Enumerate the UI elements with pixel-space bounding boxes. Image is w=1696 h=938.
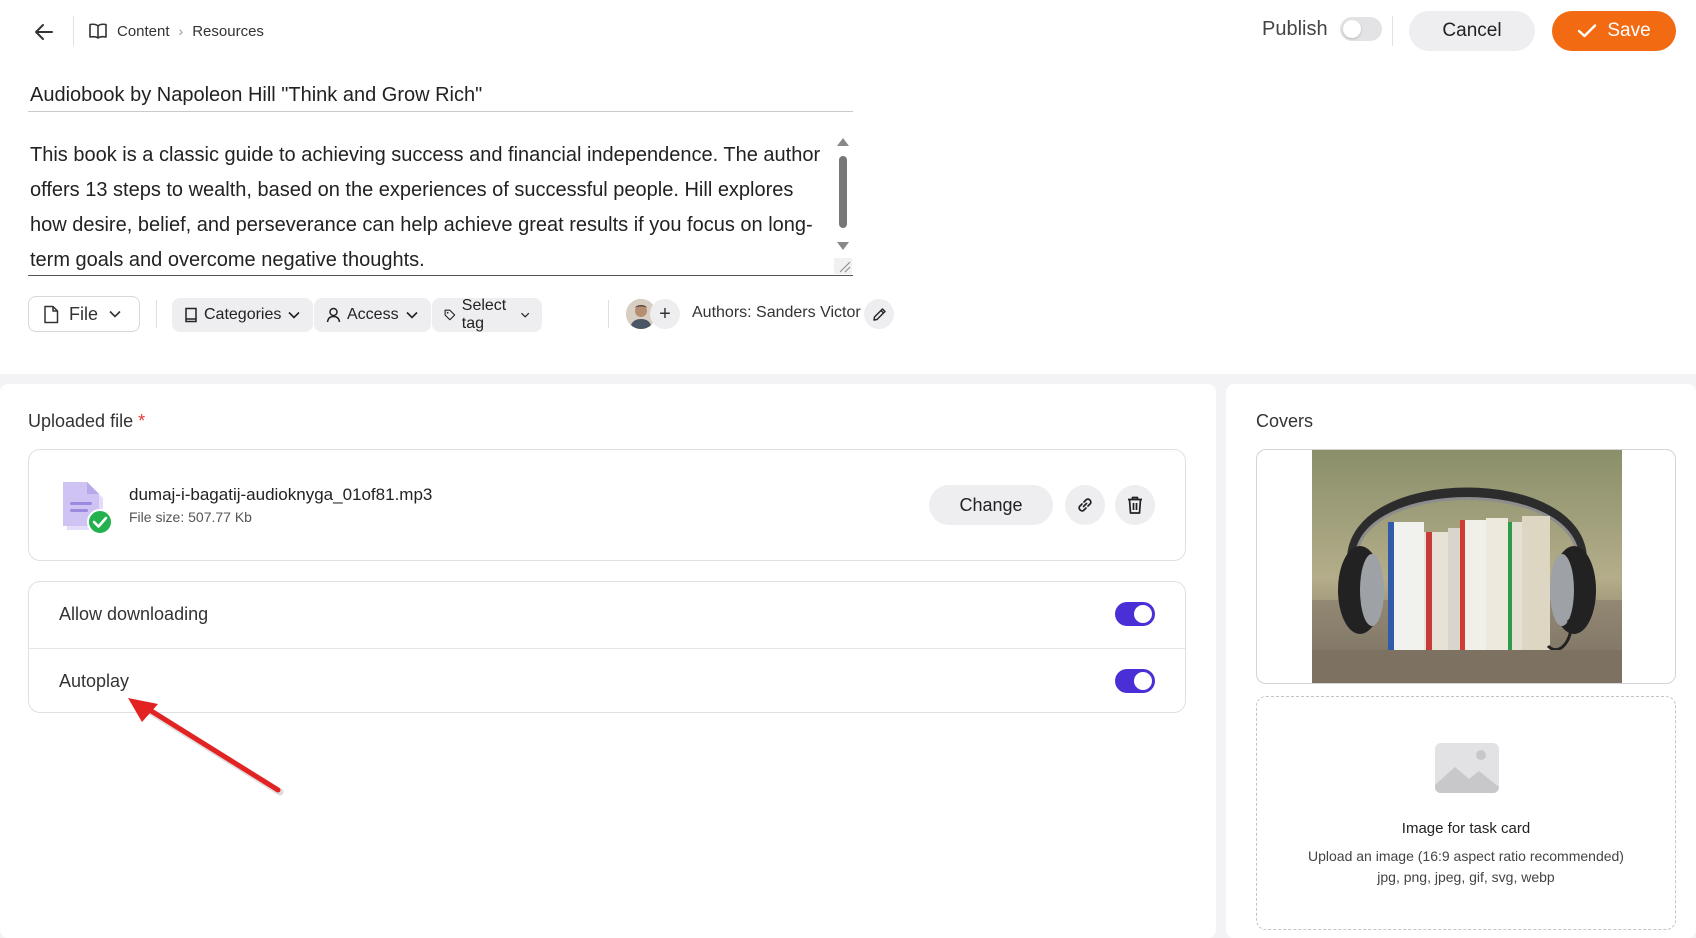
- arrow-left-icon: [35, 24, 53, 40]
- edit-authors-button[interactable]: [864, 299, 894, 329]
- scroll-up-icon[interactable]: [837, 138, 849, 146]
- change-file-button[interactable]: Change: [929, 485, 1053, 525]
- save-button[interactable]: Save: [1552, 11, 1676, 51]
- add-author-button[interactable]: +: [650, 299, 680, 329]
- tag-dropdown[interactable]: Select tag: [432, 297, 543, 332]
- tag-icon: [444, 309, 456, 321]
- check-icon: [1578, 24, 1597, 38]
- access-label: Access: [347, 306, 399, 323]
- access-dropdown[interactable]: Access: [314, 298, 431, 332]
- publish-toggle[interactable]: [1339, 17, 1382, 41]
- uploaded-file-title: Uploaded file *: [28, 411, 145, 432]
- image-placeholder-icon: [1435, 743, 1499, 793]
- resize-handle[interactable]: [834, 258, 852, 274]
- link-icon: [1078, 498, 1092, 512]
- file-size: File size: 507.77 Kb: [129, 509, 252, 525]
- categories-label: Categories: [204, 306, 282, 323]
- option-allow-downloading: Allow downloading: [29, 582, 1185, 648]
- covers-title: Covers: [1256, 411, 1314, 431]
- chevron-down-icon: [109, 310, 121, 318]
- divider: [73, 16, 74, 46]
- upload-formats: jpg, png, jpeg, gif, svg, webp: [1377, 869, 1555, 885]
- file-icon: [44, 305, 59, 323]
- scrollbar-thumb[interactable]: [839, 156, 847, 228]
- breadcrumb: Content › Resources: [88, 20, 264, 42]
- file-label: File: [69, 303, 99, 324]
- chevron-right-icon: ›: [178, 23, 184, 39]
- breadcrumb-content[interactable]: Content: [117, 23, 170, 40]
- option-label: Autoplay: [59, 671, 130, 691]
- covers-panel: Covers Image for task card Upload an ima…: [1226, 384, 1696, 938]
- upload-hint: Upload an image (16:9 aspect ratio recom…: [1308, 848, 1624, 864]
- save-label: Save: [1607, 20, 1651, 41]
- description-textarea[interactable]: This book is a classic guide to achievin…: [28, 130, 853, 276]
- delete-file-button[interactable]: [1115, 485, 1155, 525]
- file-dropdown[interactable]: File: [28, 296, 140, 332]
- cancel-button[interactable]: Cancel: [1409, 11, 1535, 51]
- divider: [1392, 16, 1393, 46]
- divider: [156, 300, 157, 328]
- allow-downloading-toggle[interactable]: [1115, 602, 1155, 626]
- toggle-knob: [1134, 672, 1152, 690]
- autoplay-toggle[interactable]: [1115, 669, 1155, 693]
- uploaded-file-panel: Uploaded file * dumaj-i-bagatij-audiokny…: [0, 384, 1216, 938]
- cover-image-box[interactable]: [1256, 449, 1676, 684]
- book-open-icon: [89, 23, 107, 39]
- chevron-down-icon: [288, 311, 300, 319]
- upload-title: Image for task card: [1401, 820, 1531, 837]
- chevron-down-icon: [406, 311, 418, 319]
- file-card: dumaj-i-bagatij-audioknyga_01of81.mp3 Fi…: [28, 449, 1186, 561]
- editor-header-section: Content › Resources Publish Cancel Save …: [0, 0, 1696, 374]
- book-icon: [185, 307, 197, 323]
- description-text: This book is a classic guide to achievin…: [30, 144, 821, 271]
- annotation-arrow-icon: [128, 698, 284, 796]
- copy-link-button[interactable]: [1065, 485, 1105, 525]
- publish-control: Publish: [1262, 17, 1382, 41]
- required-mark: *: [138, 411, 146, 431]
- breadcrumb-resources[interactable]: Resources: [192, 23, 264, 40]
- publish-label: Publish: [1262, 17, 1328, 40]
- scroll-down-icon[interactable]: [837, 242, 849, 250]
- uploaded-file-title-text: Uploaded file: [28, 411, 134, 431]
- plus-icon: +: [659, 302, 671, 325]
- cover-image: [1312, 450, 1622, 683]
- toggle-knob: [1342, 20, 1361, 38]
- chevron-down-icon: [521, 312, 530, 318]
- cover-upload-dropzone[interactable]: Image for task card Upload an image (16:…: [1256, 696, 1676, 930]
- title-input[interactable]: [28, 80, 853, 112]
- tag-label: Select tag: [461, 297, 507, 332]
- audio-file-icon: [63, 482, 113, 535]
- file-name: dumaj-i-bagatij-audioknyga_01of81.mp3: [129, 485, 433, 504]
- option-label: Allow downloading: [59, 604, 209, 624]
- user-icon: [326, 307, 341, 323]
- categories-dropdown[interactable]: Categories: [172, 298, 314, 332]
- back-button[interactable]: [28, 16, 60, 48]
- trash-icon: [1128, 496, 1142, 514]
- divider: [608, 300, 609, 328]
- toggle-knob: [1134, 605, 1152, 623]
- pencil-icon: [872, 307, 886, 321]
- authors-label: Authors: Sanders Victor: [692, 304, 861, 321]
